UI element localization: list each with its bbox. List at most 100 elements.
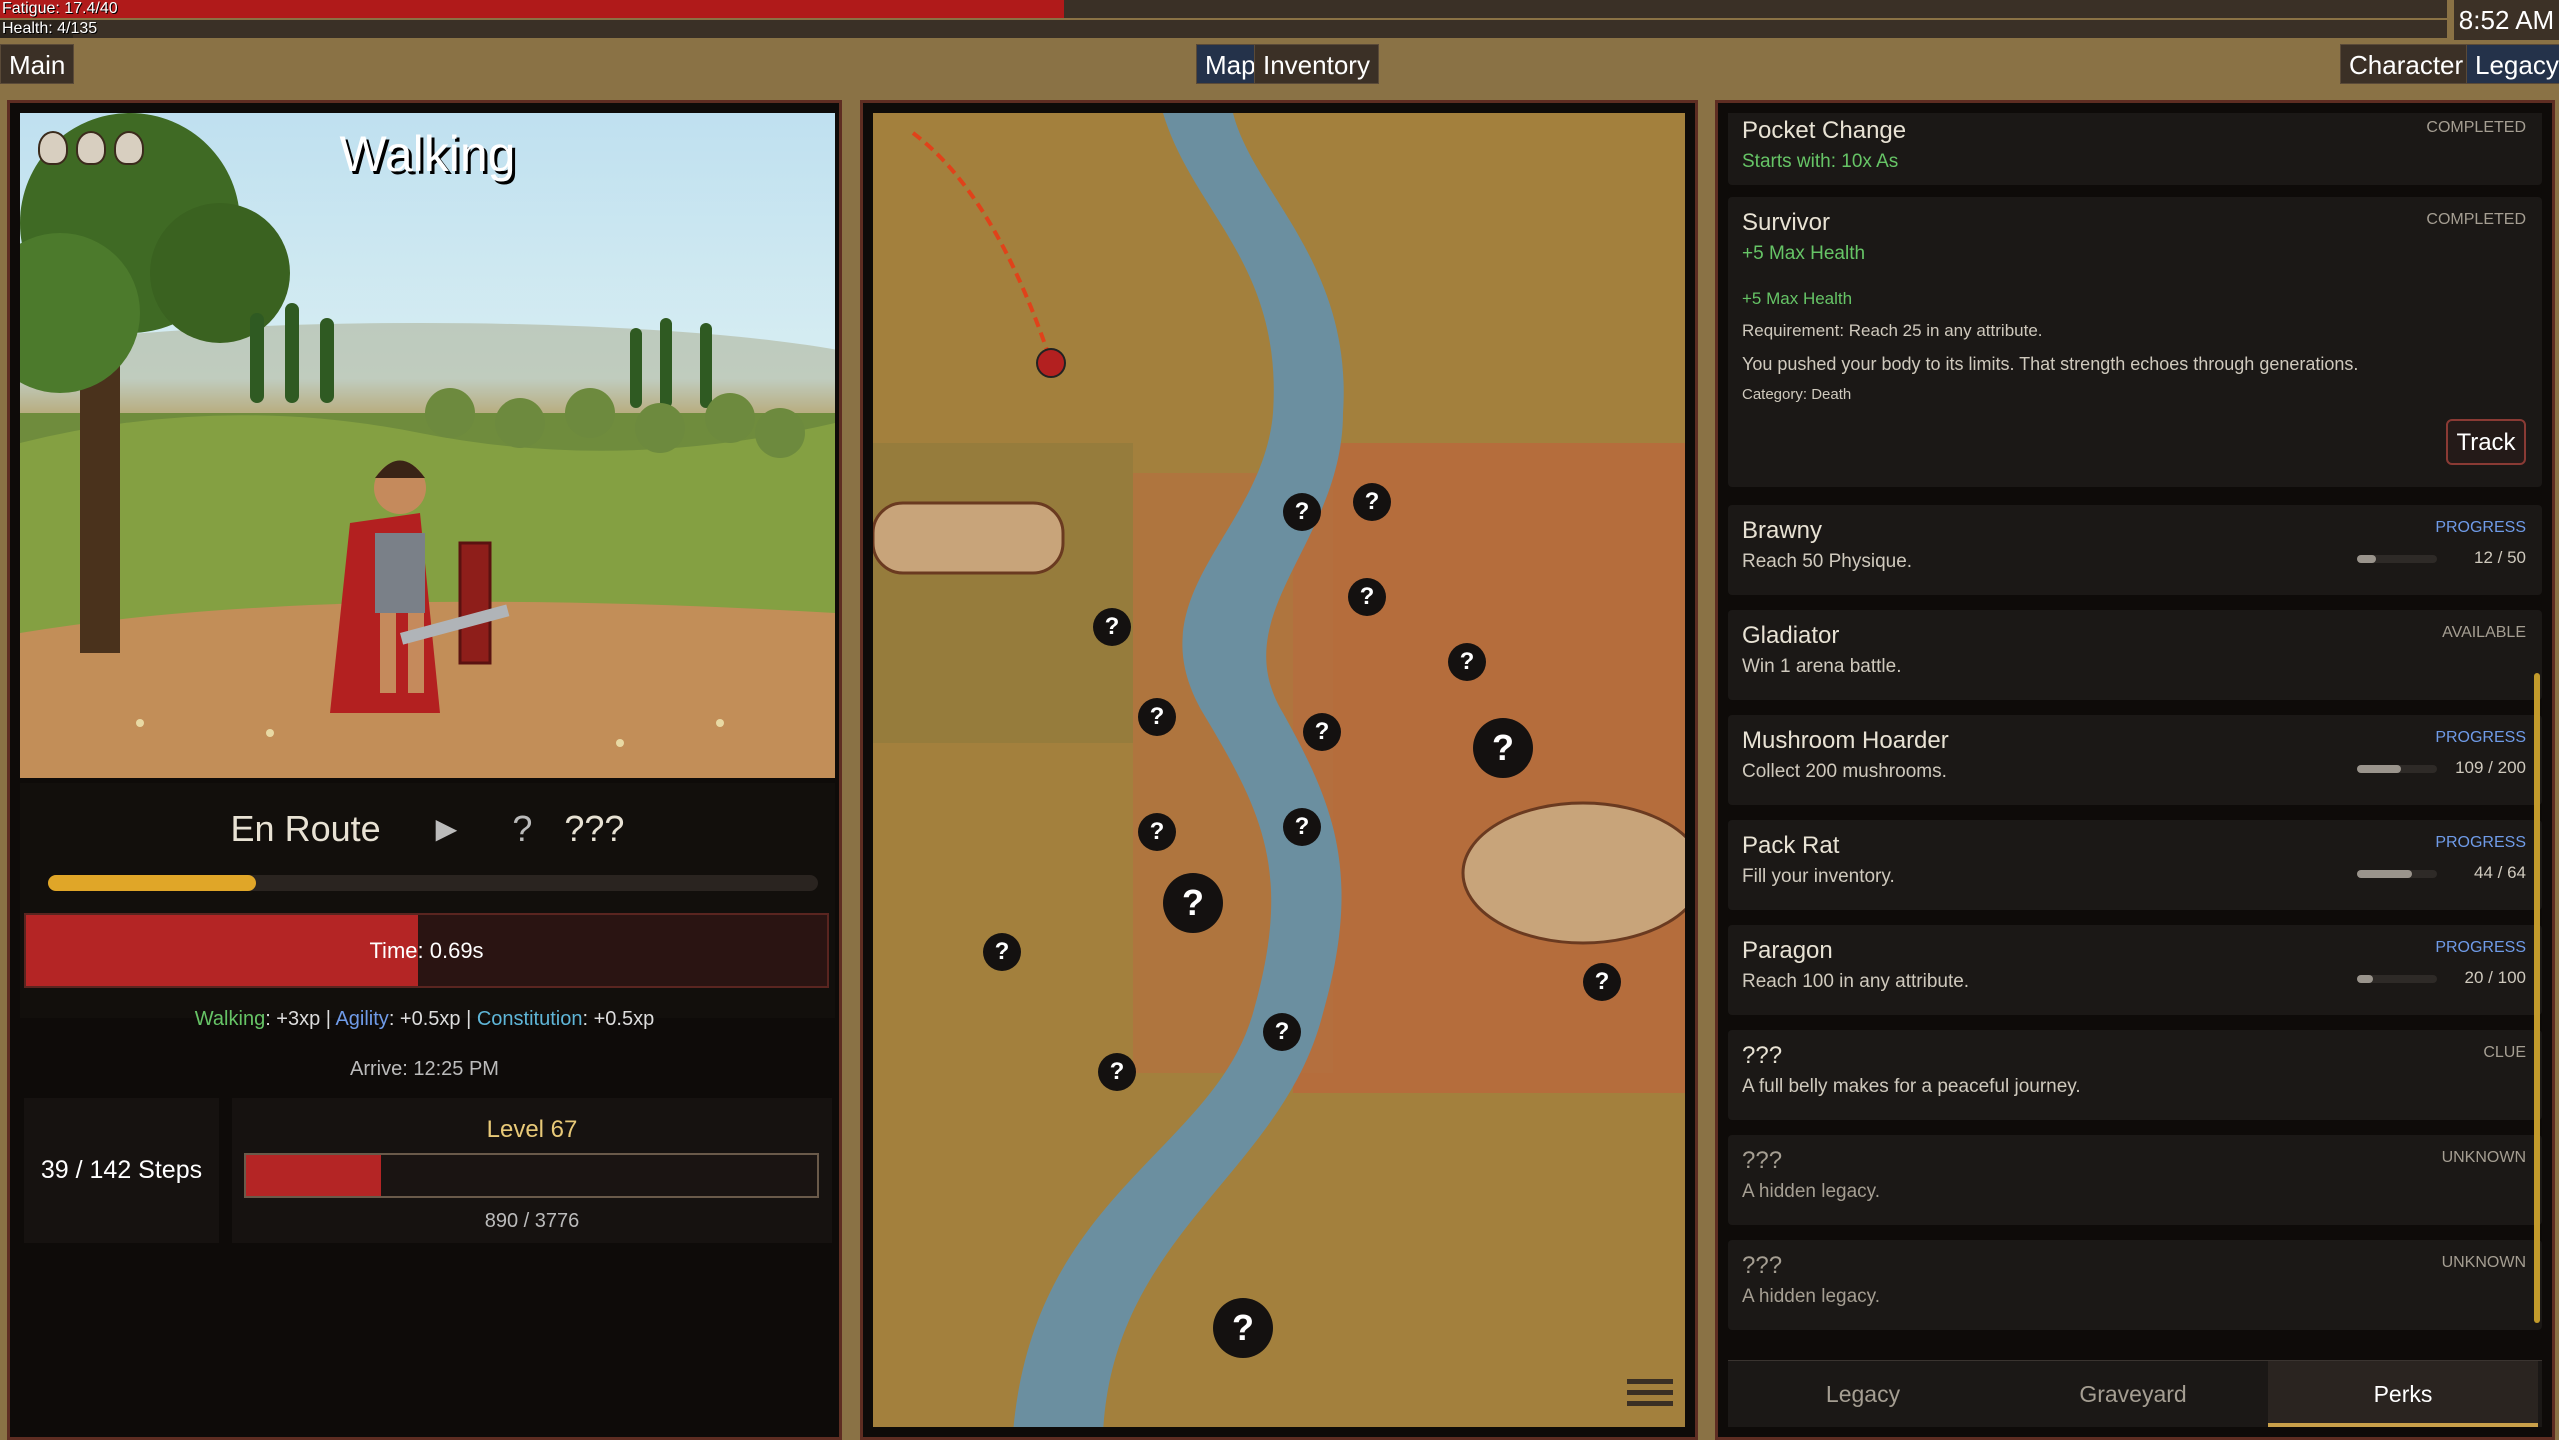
legacy-item[interactable]: Survivor +5 Max Health COMPLETED +5 Max …: [1728, 197, 2542, 487]
unknown-location-icon[interactable]: ?: [1138, 813, 1176, 851]
unknown-location-icon[interactable]: ?: [1098, 1053, 1136, 1091]
unknown-location-icon[interactable]: ?: [1163, 873, 1223, 933]
walking-scene: Walking: [20, 113, 835, 778]
city-map[interactable]: ? ? ? ? ? ? ? ? ? ? ? ? ? ? ? ?: [873, 113, 1685, 1427]
level-xp: 890 / 3776: [484, 1210, 580, 1232]
route-progress-fill: [48, 875, 256, 891]
action-timer-label: Time: 0.69s: [369, 938, 484, 963]
fatigue-label: Fatigue: 17.4/40: [2, 0, 118, 17]
legacy-item[interactable]: Gladiator Win 1 arena battle. AVAILABLE: [1728, 610, 2542, 700]
route-progress-bar: [48, 875, 818, 891]
unknown-location-icon[interactable]: ?: [1213, 1298, 1273, 1358]
legacy-name: Paragon: [1742, 937, 1833, 964]
unknown-location-icon[interactable]: ?: [1138, 698, 1176, 736]
legacy-description: A hidden legacy.: [1742, 1181, 1881, 1202]
legacy-reward: +5 Max Health: [1742, 243, 1866, 264]
tab-perks[interactable]: Perks: [2268, 1361, 2538, 1427]
map-illustration: [873, 113, 1685, 1427]
main-tab-button[interactable]: Main: [0, 44, 75, 84]
xp-gains: Walking: +3xp | Agility: +0.5xp | Consti…: [10, 1008, 839, 1031]
legacy-status: AVAILABLE: [2442, 624, 2526, 641]
character-tab-button[interactable]: Character: [2340, 44, 2473, 84]
legacy-category: Category: Death: [1742, 386, 1852, 403]
xp-separator: |: [320, 1008, 336, 1030]
legacy-status: PROGRESS: [2435, 939, 2526, 956]
unknown-location-icon[interactable]: ?: [1093, 608, 1131, 646]
legacy-status: PROGRESS: [2435, 834, 2526, 851]
legacy-item[interactable]: ??? A full belly makes for a peaceful jo…: [1728, 1030, 2542, 1120]
inventory-tab-button[interactable]: Inventory: [1254, 44, 1379, 84]
legacy-name: Gladiator: [1742, 622, 1840, 649]
health-bar: Health: 4/135: [0, 20, 2447, 38]
fatigue-fill: [0, 0, 1065, 18]
scene-illustration: [20, 113, 835, 778]
legacy-status: UNKNOWN: [2441, 1149, 2526, 1166]
unknown-location-icon[interactable]: ?: [1353, 483, 1391, 521]
legacy-description: A full belly makes for a peaceful journe…: [1742, 1076, 2081, 1097]
constitution-skill-name: Constitution: [476, 1008, 583, 1030]
hamburger-menu-icon[interactable]: [1627, 1379, 1673, 1415]
legacy-description: Reach 100 in any attribute.: [1742, 971, 1970, 992]
track-button[interactable]: Track: [2446, 419, 2526, 465]
xp-separator: |: [460, 1008, 477, 1030]
legacy-tab-button[interactable]: Legacy: [2466, 44, 2559, 84]
legacy-list[interactable]: Pocket Change Starts with: 10x As COMPLE…: [1728, 113, 2542, 1352]
unknown-location-icon[interactable]: ?: [1473, 718, 1533, 778]
play-arrow-icon: ►: [428, 808, 465, 849]
legacy-item[interactable]: ??? A hidden legacy. UNKNOWN: [1728, 1135, 2542, 1225]
legacy-name: Mushroom Hoarder: [1742, 727, 1949, 754]
action-timer-bar: Time: 0.69s: [24, 913, 829, 988]
legacy-progress-bar: [2357, 870, 2437, 878]
legacy-name: Pack Rat: [1742, 832, 1840, 859]
legacy-progress-count: 109 / 200: [2455, 758, 2526, 777]
legacy-item[interactable]: Pocket Change Starts with: 10x As COMPLE…: [1728, 113, 2542, 185]
legacy-item[interactable]: Paragon Reach 100 in any attribute. PROG…: [1728, 925, 2542, 1015]
legacy-name: ???: [1742, 1042, 1783, 1069]
legacy-scrollbar[interactable]: [2534, 673, 2540, 1323]
steps-count: 39 / 142 Steps: [40, 1156, 203, 1184]
route-destination: ???: [564, 808, 625, 849]
legacy-progress-fill: [2357, 870, 2413, 878]
unknown-location-icon[interactable]: ?: [1283, 493, 1321, 531]
unknown-location-icon[interactable]: ?: [1583, 963, 1621, 1001]
legacy-description: Win 1 arena battle.: [1742, 656, 1902, 677]
agility-skill-name: Agility: [335, 1008, 389, 1030]
legacy-item[interactable]: Brawny Reach 50 Physique. PROGRESS 12 / …: [1728, 505, 2542, 595]
legacy-progress-fill: [2357, 765, 2401, 773]
unknown-location-icon[interactable]: ?: [1448, 643, 1486, 681]
legacy-status: UNKNOWN: [2441, 1254, 2526, 1271]
tab-graveyard[interactable]: Graveyard: [1998, 1361, 2268, 1427]
legacy-detail-reward: +5 Max Health: [1742, 289, 1853, 308]
route-status: En Route: [230, 808, 381, 849]
legacy-status: CLUE: [2483, 1044, 2526, 1061]
legacy-status: PROGRESS: [2435, 729, 2526, 746]
legacy-progress-count: 20 / 100: [2464, 968, 2526, 987]
legacy-name: Pocket Change: [1742, 117, 1907, 144]
legacy-status: COMPLETED: [2426, 211, 2526, 228]
unknown-location-icon[interactable]: ?: [1303, 713, 1341, 751]
legacy-name: ???: [1742, 1252, 1783, 1279]
clock: 8:52 AM: [2454, 0, 2559, 40]
legacy-item[interactable]: Pack Rat Fill your inventory. PROGRESS 4…: [1728, 820, 2542, 910]
tab-legacy[interactable]: Legacy: [1728, 1361, 1998, 1427]
unknown-location-icon[interactable]: ?: [1263, 1013, 1301, 1051]
arrival-time: Arrive: 12:25 PM: [350, 1058, 499, 1080]
legacy-name: Survivor: [1742, 209, 1831, 236]
route-text: En Route ► ? ???: [20, 808, 835, 850]
legacy-name: Brawny: [1742, 517, 1823, 544]
legacy-progress-count: 44 / 64: [2474, 863, 2526, 882]
level-label: Level 67: [486, 1116, 578, 1143]
legacy-reward: Starts with: 10x As: [1742, 151, 1899, 172]
unknown-location-icon[interactable]: ?: [983, 933, 1021, 971]
level-progress-bar: [244, 1153, 819, 1198]
legacy-panel: Pocket Change Starts with: 10x As COMPLE…: [1715, 100, 2555, 1440]
legacy-item[interactable]: ??? A hidden legacy. UNKNOWN: [1728, 1240, 2542, 1330]
walking-skill-name: Walking: [194, 1008, 266, 1030]
legacy-item[interactable]: Mushroom Hoarder Collect 200 mushrooms. …: [1728, 715, 2542, 805]
unknown-location-icon[interactable]: ?: [1283, 808, 1321, 846]
legacy-description: Fill your inventory.: [1742, 866, 1895, 887]
legacy-description: Reach 50 Physique.: [1742, 551, 1913, 572]
constitution-xp: : +0.5xp: [582, 1008, 655, 1030]
map-panel: ? ? ? ? ? ? ? ? ? ? ? ? ? ? ? ?: [860, 100, 1698, 1440]
unknown-location-icon[interactable]: ?: [1348, 578, 1386, 616]
